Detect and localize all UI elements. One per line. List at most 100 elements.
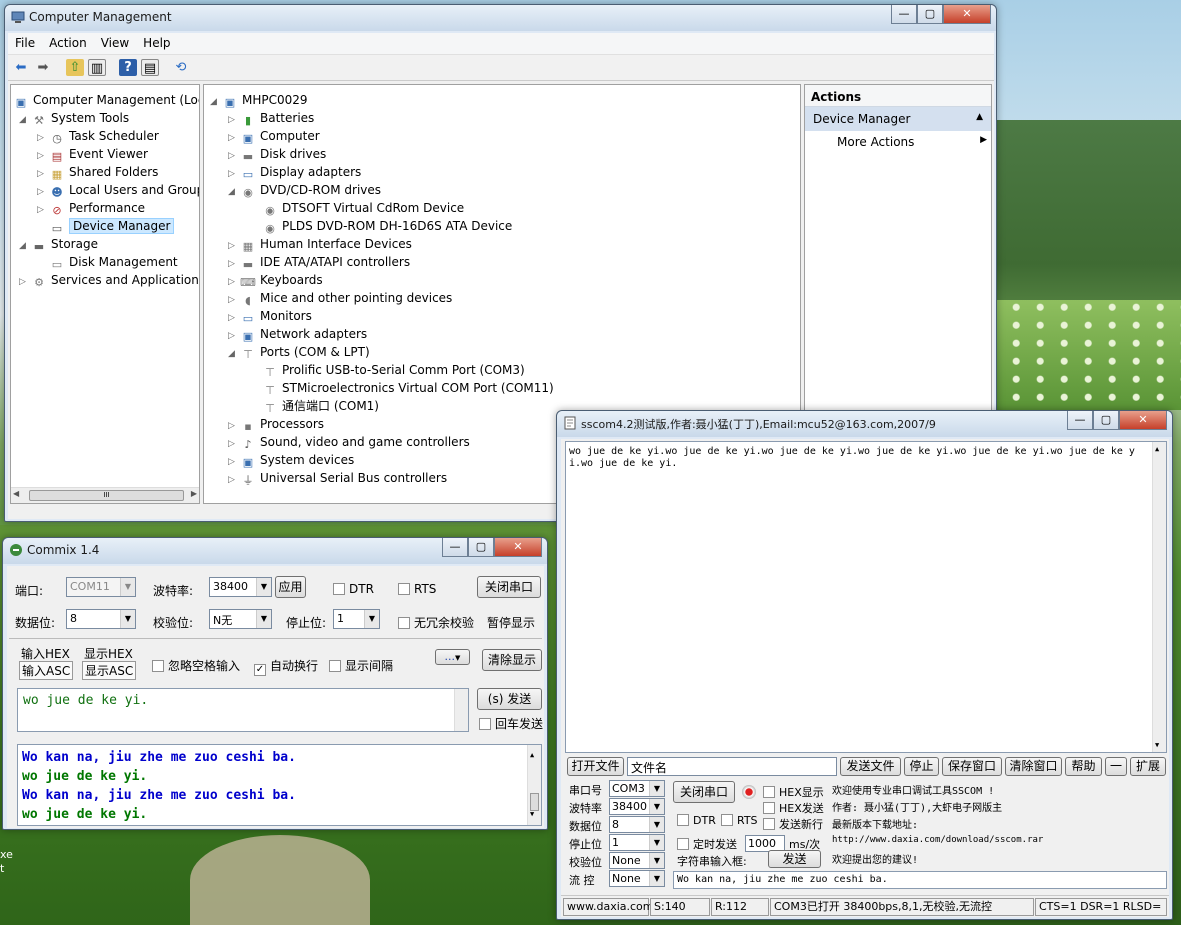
open-file-button[interactable]: 打开文件: [567, 757, 624, 776]
device-category[interactable]: ▷ ▮ Batteries: [228, 109, 314, 127]
tree-item-device-manager[interactable]: ▭ Device Manager: [49, 217, 175, 235]
device-item[interactable]: ◉ DTSOFT Virtual CdRom Device: [262, 199, 464, 217]
device-category[interactable]: ▷ ▪ Processors: [228, 415, 324, 433]
tree-item-storage[interactable]: ◢ ▬ Storage: [19, 235, 98, 253]
dropdown-arrow-icon[interactable]: ▼: [120, 610, 135, 628]
save-window-button[interactable]: 保存窗口: [942, 757, 1002, 776]
close-button[interactable]: ✕: [494, 538, 542, 557]
collapsed-arrow-icon[interactable]: ▷: [228, 471, 240, 489]
scroll-up-icon[interactable]: ▲: [1155, 443, 1159, 455]
device-item[interactable]: ◉ PLDS DVD-ROM DH-16D6S ATA Device: [262, 217, 512, 235]
checkmark-icon[interactable]: ✓: [254, 664, 266, 676]
tree-item-computer-management[interactable]: ▣ Computer Management (Local: [13, 91, 199, 109]
more-options-button[interactable]: ...▼: [435, 649, 470, 665]
expanded-arrow-icon[interactable]: ◢: [228, 183, 240, 201]
checkbox-icon[interactable]: [677, 814, 689, 826]
device-category[interactable]: ▷ ▣ Computer: [228, 127, 320, 145]
more-actions-item[interactable]: More Actions ▶: [837, 135, 987, 149]
minimize-button[interactable]: —: [442, 538, 468, 557]
device-category[interactable]: ▷ ▦ Human Interface Devices: [228, 235, 412, 253]
title-bar[interactable]: Computer Management — ▢ ✕: [5, 5, 996, 31]
dropdown-arrow-icon[interactable]: ▼: [649, 817, 664, 832]
dropdown-arrow-icon[interactable]: ▼: [256, 578, 271, 596]
expand-button[interactable]: 扩展: [1130, 757, 1166, 776]
clear-display-button[interactable]: 清除显示: [482, 649, 542, 671]
display-hex-radio[interactable]: 显示HEX: [84, 645, 133, 662]
close-port-button[interactable]: 关闭串口: [477, 576, 541, 598]
dropdown-arrow-icon[interactable]: ▼: [364, 610, 379, 628]
tree-item-event-viewer[interactable]: ▷ ▤ Event Viewer: [37, 145, 148, 163]
dropdown-arrow-icon[interactable]: ▼: [256, 610, 271, 628]
show-action-pane-icon[interactable]: ▤: [141, 59, 159, 76]
collapsed-arrow-icon[interactable]: ▷: [37, 201, 49, 219]
rts-checkbox[interactable]: RTS: [721, 814, 758, 827]
port-select[interactable]: COM3 ▼: [609, 780, 665, 797]
tree-item-performance[interactable]: ▷ ⊘ Performance: [37, 199, 145, 217]
device-category[interactable]: ▷ ▭ Monitors: [228, 307, 312, 325]
checkbox-icon[interactable]: [333, 583, 345, 595]
desktop-icon-label[interactable]: xe: [0, 848, 13, 861]
baud-select[interactable]: 38400 ▼: [609, 798, 665, 815]
dropdown-arrow-icon[interactable]: ▼: [120, 578, 135, 596]
device-item[interactable]: ⊤ Prolific USB-to-Serial Comm Port (COM3): [262, 361, 525, 379]
checkbox-icon[interactable]: [398, 583, 410, 595]
hex-display-checkbox[interactable]: HEX显示: [763, 784, 824, 800]
tree-item-system-tools[interactable]: ◢ ⚒ System Tools: [19, 109, 129, 127]
expanded-arrow-icon[interactable]: ◢: [19, 111, 31, 129]
pause-display-label[interactable]: 暂停显示: [487, 614, 535, 631]
stopbits-select[interactable]: 1 ▼: [333, 609, 380, 629]
show-interval-checkbox[interactable]: 显示间隔: [329, 657, 393, 674]
port-select[interactable]: COM11 ▼: [66, 577, 136, 597]
dropdown-arrow-icon[interactable]: ▼: [649, 853, 664, 868]
device-category[interactable]: ◢ ◉ DVD/CD-ROM drives: [228, 181, 381, 199]
checkbox-icon[interactable]: [763, 786, 775, 798]
send-text-input[interactable]: Wo kan na, jiu zhe me zuo ceshi ba.: [673, 871, 1167, 889]
device-category[interactable]: ▷ ▭ Display adapters: [228, 163, 361, 181]
checkbox-icon[interactable]: [763, 818, 775, 830]
scroll-left-icon[interactable]: ◀: [13, 489, 19, 498]
parity-select[interactable]: None ▼: [609, 852, 665, 869]
dtr-checkbox[interactable]: DTR: [677, 814, 716, 827]
rts-checkbox[interactable]: RTS: [398, 582, 436, 596]
stopbits-select[interactable]: 1 ▼: [609, 834, 665, 851]
menu-view[interactable]: View: [94, 33, 136, 50]
dropdown-arrow-icon[interactable]: ▼: [649, 799, 664, 814]
input-asc-radio[interactable]: 输入ASC: [19, 661, 74, 680]
device-category[interactable]: ▷ ♪ Sound, video and game controllers: [228, 433, 470, 451]
checkbox-icon[interactable]: [329, 660, 341, 672]
close-button[interactable]: ✕: [943, 5, 991, 24]
receive-area[interactable]: wo jue de ke yi.wo jue de ke yi.wo jue d…: [565, 441, 1167, 753]
scrollbar-thumb[interactable]: III: [29, 490, 184, 501]
show-hide-console-tree-icon[interactable]: ▥: [88, 59, 106, 76]
cr-send-checkbox[interactable]: 回车发送: [479, 715, 543, 732]
clear-window-button[interactable]: 清除窗口: [1005, 757, 1062, 776]
menu-action[interactable]: Action: [42, 33, 94, 50]
scroll-down-icon[interactable]: ▼: [1155, 739, 1159, 751]
send-button[interactable]: 发送: [768, 850, 821, 868]
send-newline-checkbox[interactable]: 发送新行: [763, 816, 823, 832]
checkbox-icon[interactable]: [152, 660, 164, 672]
hex-send-checkbox[interactable]: HEX发送: [763, 800, 824, 816]
databits-select[interactable]: 8 ▼: [609, 816, 665, 833]
device-category[interactable]: ▷ ▣ System devices: [228, 451, 354, 469]
scroll-right-icon[interactable]: ▶: [191, 489, 197, 498]
checkbox-icon[interactable]: [398, 617, 410, 629]
vertical-scrollbar[interactable]: ▲ ▼: [527, 745, 541, 825]
dropdown-arrow-icon[interactable]: ▼: [649, 835, 664, 850]
tree-item-shared-folders[interactable]: ▷ ▦ Shared Folders: [37, 163, 158, 181]
databits-select[interactable]: 8 ▼: [66, 609, 136, 629]
vertical-scrollbar[interactable]: [454, 689, 468, 731]
file-name-field[interactable]: 文件名: [627, 757, 837, 776]
flow-select[interactable]: None ▼: [609, 870, 665, 887]
tree-item-services-applications[interactable]: ▷ ⚙ Services and Applications: [19, 271, 199, 291]
stop-button[interactable]: 停止: [904, 757, 939, 776]
minus-button[interactable]: 一: [1105, 757, 1127, 776]
scroll-down-icon[interactable]: ▼: [530, 805, 534, 824]
collapsed-arrow-icon[interactable]: ▷: [19, 273, 31, 291]
no-redundant-check-checkbox[interactable]: 无冗余校验: [398, 614, 474, 631]
horizontal-scrollbar[interactable]: ◀ III ▶: [11, 487, 199, 503]
forward-arrow-icon[interactable]: ➡: [34, 59, 52, 76]
parity-select[interactable]: N无 ▼: [209, 609, 272, 629]
send-button[interactable]: (s) 发送: [477, 688, 542, 710]
scroll-up-icon[interactable]: ▲: [530, 746, 534, 765]
